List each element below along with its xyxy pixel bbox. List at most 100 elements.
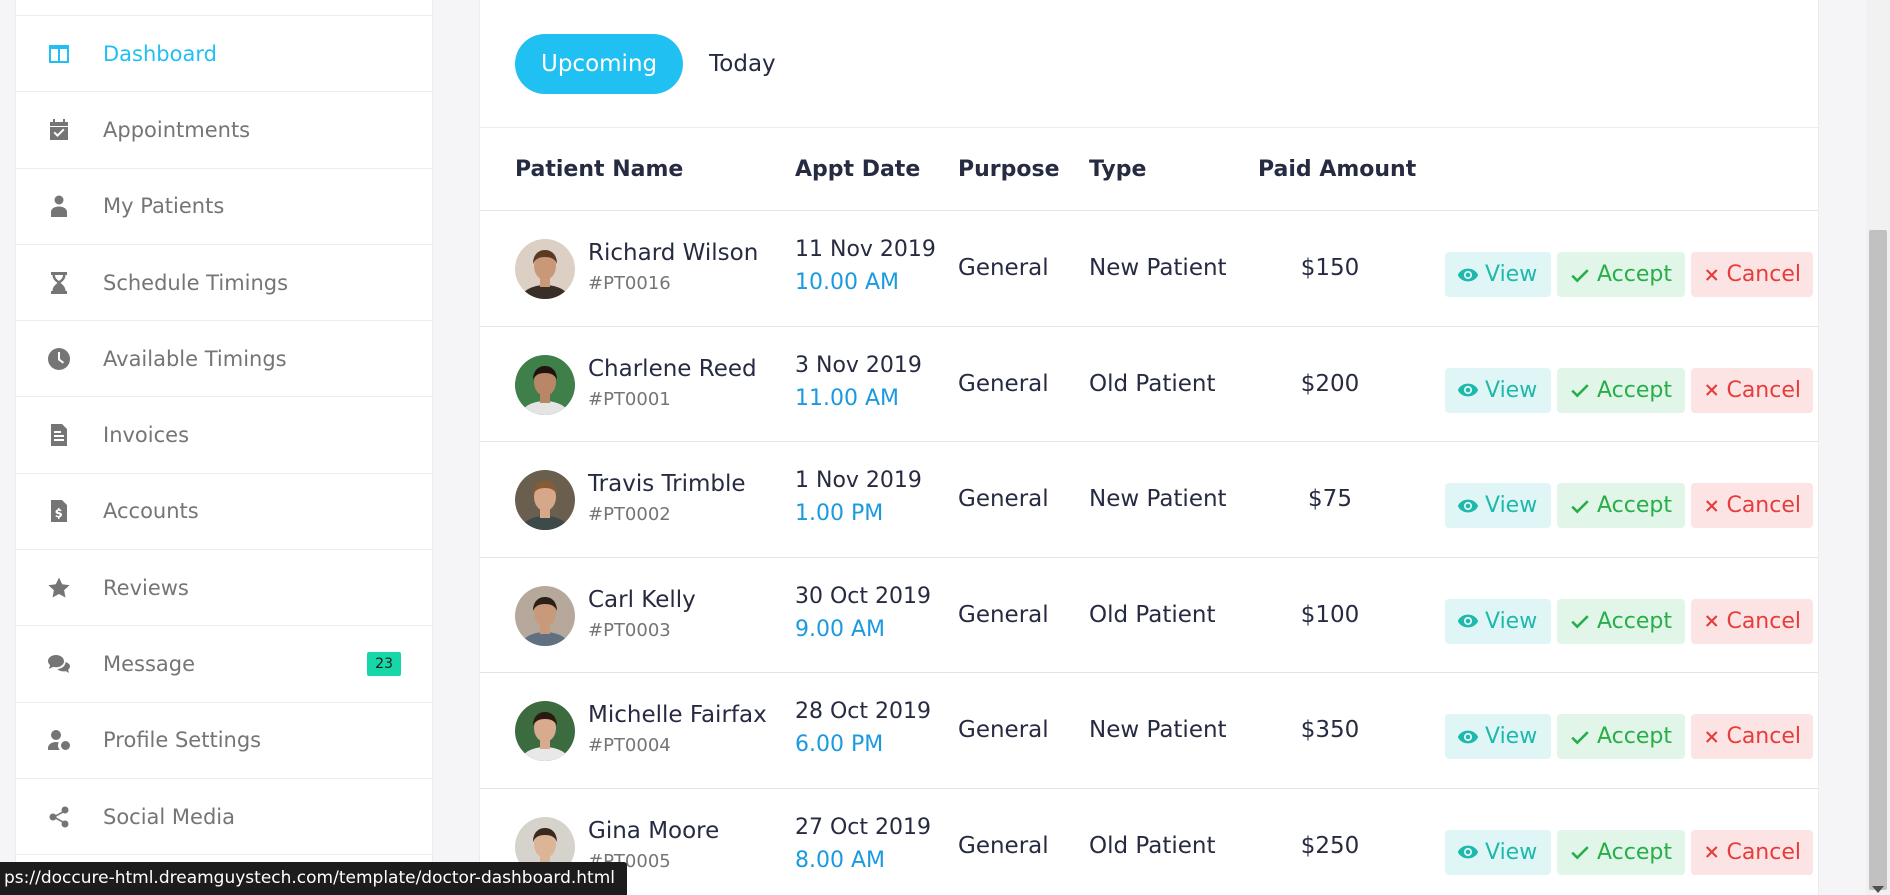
cancel-button[interactable]: Cancel: [1691, 483, 1813, 528]
check-icon: [1571, 384, 1589, 398]
accept-button[interactable]: Accept: [1557, 483, 1685, 528]
sidebar: Dashboard Appointments My Patients Sched…: [15, 0, 433, 895]
clock-icon: [45, 345, 73, 373]
type-cell: New Patient: [1089, 255, 1227, 281]
scroll-down-arrow-icon[interactable]: [1872, 886, 1884, 893]
eye-icon: [1457, 383, 1479, 397]
sidebar-item-label: Dashboard: [103, 41, 217, 66]
check-icon: [1571, 499, 1589, 514]
patient-avatar[interactable]: [515, 701, 575, 761]
appt-time: 9.00 AM: [795, 616, 886, 642]
page-scrollbar[interactable]: [1866, 0, 1890, 895]
sidebar-item-social-media[interactable]: Social Media: [16, 779, 432, 856]
accept-button-label: Accept: [1597, 724, 1672, 749]
sidebar-item-dashboard[interactable]: Dashboard: [16, 16, 432, 93]
sidebar-item-label: Accounts: [103, 499, 199, 524]
paid-amount-cell: $200: [1300, 370, 1360, 397]
sidebar-item-reviews[interactable]: Reviews: [16, 550, 432, 627]
cancel-button[interactable]: Cancel: [1691, 252, 1813, 297]
sidebar-item-accounts[interactable]: Accounts: [16, 474, 432, 551]
cancel-button-label: Cancel: [1726, 839, 1801, 865]
sidebar-top-divider: [16, 0, 432, 16]
cancel-button-label: Cancel: [1726, 262, 1801, 287]
check-icon: [1571, 268, 1589, 283]
view-button[interactable]: View: [1445, 714, 1551, 759]
appt-time: 11.00 AM: [795, 385, 900, 411]
sidebar-item-invoices[interactable]: Invoices: [16, 397, 432, 474]
share-alt-icon: [45, 803, 73, 831]
sidebar-item-message[interactable]: Message 23: [16, 626, 432, 703]
table-header: Patient Name Appt Date Purpose Type Paid…: [480, 128, 1818, 211]
type-cell: Old Patient: [1089, 832, 1216, 859]
sidebar-item-label: Invoices: [103, 423, 190, 448]
cancel-button[interactable]: Cancel: [1691, 598, 1813, 644]
appt-date: 27 Oct 2019: [795, 814, 932, 840]
header-appt-date: Appt Date: [795, 156, 921, 182]
patient-avatar[interactable]: [515, 239, 575, 299]
sidebar-item-label: Social Media: [103, 804, 236, 829]
view-button-label: View: [1485, 608, 1538, 634]
check-icon: [1571, 730, 1589, 745]
patient-id: #PT0002: [588, 504, 671, 525]
view-button[interactable]: View: [1445, 483, 1551, 528]
patient-name: Travis Trimble: [588, 471, 746, 497]
table-body: Richard Wilson #PT0016 11 Nov 2019 10.00 AM…: [480, 211, 1818, 895]
sidebar-item-schedule-timings[interactable]: Schedule Timings: [16, 245, 432, 322]
type-cell: New Patient: [1089, 717, 1227, 743]
tab-upcoming[interactable]: Upcoming: [515, 33, 684, 94]
appt-time: 8.00 AM: [795, 847, 886, 873]
eye-icon: [1457, 499, 1479, 512]
accept-button[interactable]: Accept: [1557, 714, 1685, 759]
cancel-button[interactable]: Cancel: [1691, 367, 1813, 413]
purpose-cell: General: [958, 370, 1049, 397]
times-icon: [1705, 846, 1718, 858]
table-row: Michelle Fairfax #PT0004 28 Oct 2019 6.00 P…: [480, 673, 1818, 789]
header-type: Type: [1089, 156, 1147, 182]
accept-button-label: Accept: [1597, 377, 1672, 403]
patient-name: Gina Moore: [588, 817, 720, 844]
check-icon: [1571, 615, 1589, 629]
accept-button-label: Accept: [1597, 262, 1672, 287]
appt-date: 1 Nov 2019: [795, 468, 922, 493]
cancel-button[interactable]: Cancel: [1691, 714, 1813, 759]
view-button[interactable]: View: [1445, 252, 1551, 297]
accept-button[interactable]: Accept: [1557, 367, 1685, 413]
appointment-tabs: Upcoming Today: [480, 0, 1818, 128]
patient-name: Carl Kelly: [588, 586, 696, 613]
cancel-button[interactable]: Cancel: [1691, 829, 1813, 875]
eye-icon: [1457, 730, 1479, 743]
patient-id: #PT0016: [588, 273, 671, 294]
patient-id: #PT0004: [588, 735, 671, 756]
sidebar-item-label: My Patients: [103, 194, 225, 219]
tab-today[interactable]: Today: [683, 34, 802, 94]
patient-avatar[interactable]: [515, 585, 575, 646]
sidebar-item-my-patients[interactable]: My Patients: [16, 169, 432, 245]
paid-amount-cell: $100: [1300, 601, 1360, 628]
user-injured-icon: [45, 192, 73, 220]
sidebar-item-label: Available Timings: [103, 346, 287, 371]
accept-button[interactable]: Accept: [1557, 829, 1685, 875]
accept-button[interactable]: Accept: [1557, 252, 1685, 297]
table-row: Charlene Reed #PT0001 3 Nov 2019 11.00 AM Ge…: [480, 327, 1818, 442]
sidebar-item-profile-settings[interactable]: Profile Settings: [16, 703, 432, 779]
view-button[interactable]: View: [1445, 367, 1551, 413]
patient-name: Richard Wilson: [588, 240, 759, 266]
view-button[interactable]: View: [1445, 829, 1551, 875]
accept-button-label: Accept: [1597, 493, 1672, 518]
view-button[interactable]: View: [1445, 598, 1551, 644]
patient-id: #PT0001: [588, 388, 671, 410]
scrollbar-thumb[interactable]: [1869, 230, 1887, 890]
appt-date: 28 Oct 2019: [795, 699, 932, 724]
type-cell: New Patient: [1089, 486, 1227, 512]
sidebar-item-available-timings[interactable]: Available Timings: [16, 321, 432, 398]
patient-avatar[interactable]: [515, 354, 575, 415]
patient-avatar[interactable]: [515, 470, 575, 530]
accept-button[interactable]: Accept: [1557, 598, 1685, 644]
purpose-cell: General: [958, 255, 1049, 281]
accept-button-label: Accept: [1597, 839, 1672, 865]
sidebar-item-appointments[interactable]: Appointments: [16, 92, 432, 169]
appointments-card: Upcoming Today Patient Name Appt Date Pu…: [479, 0, 1819, 895]
header-patient-name: Patient Name: [515, 156, 684, 182]
cancel-button-label: Cancel: [1726, 608, 1801, 634]
user-cog-icon: [45, 726, 73, 754]
